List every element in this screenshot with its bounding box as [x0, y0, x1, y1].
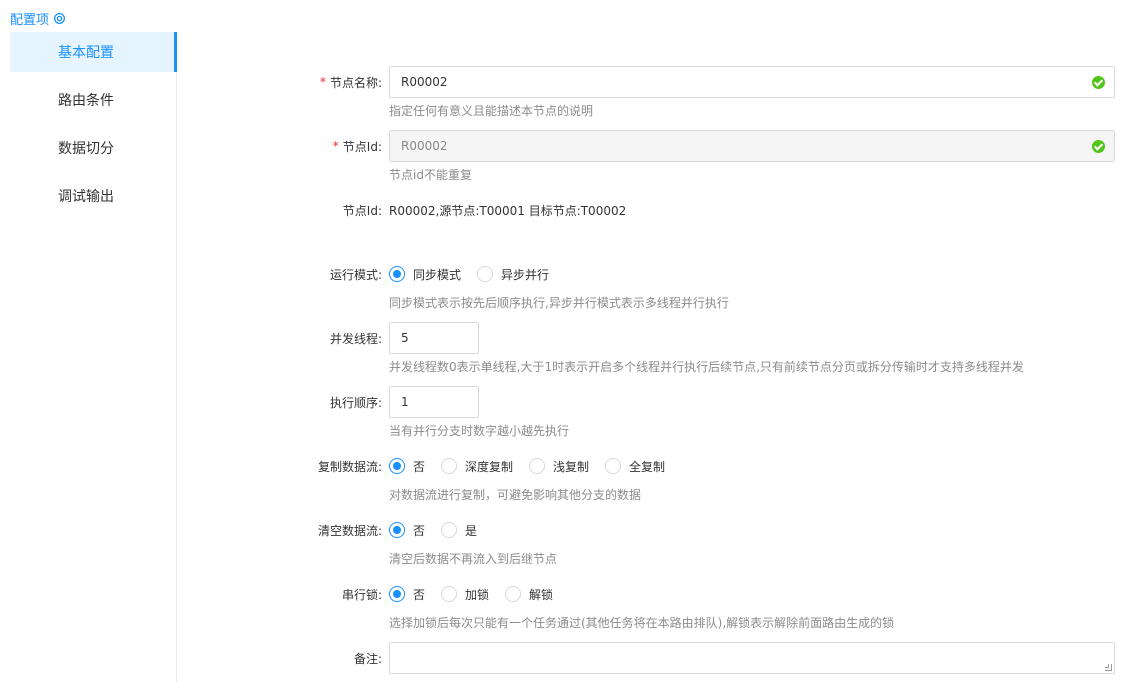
- radio-dot: [389, 266, 405, 282]
- copy-stream-shallow-radio[interactable]: 浅复制: [529, 458, 589, 475]
- node-id-label: * 节点Id:: [332, 139, 382, 154]
- serial-lock-radio-group: 否 加锁 解锁: [389, 578, 569, 610]
- radio-dot: [605, 458, 622, 474]
- sidebar-item-debug-output[interactable]: 调试输出: [10, 176, 176, 216]
- config-form: * 节点名称: R00002 指定任何有意义且能描述本节点的说明 * 节点Id: R…: [190, 0, 1120, 682]
- clear-stream-no-radio[interactable]: 否: [389, 522, 425, 539]
- node-info-label: 节点Id:: [342, 203, 382, 218]
- copy-stream-full-radio[interactable]: 全复制: [605, 458, 665, 475]
- radio-dot: [505, 586, 522, 602]
- sidebar-item-data-split[interactable]: 数据切分: [10, 128, 176, 168]
- copy-stream-radio-group: 否 深度复制 浅复制 全复制: [389, 450, 681, 482]
- copy-stream-deep-radio[interactable]: 深度复制: [441, 458, 513, 475]
- radio-dot: [441, 522, 458, 538]
- copy-stream-help: 对数据流进行复制，可避免影响其他分支的数据: [389, 488, 642, 502]
- config-header: 配置项: [10, 9, 66, 28]
- serial-lock-lock-radio[interactable]: 加锁: [441, 586, 489, 603]
- serial-lock-help: 选择加锁后每次只能有一个任务通过(其他任务将在本路由排队),解锁表示解除前面路由…: [389, 616, 895, 630]
- check-circle-icon: [1092, 140, 1105, 153]
- config-title: 配置项: [10, 12, 50, 28]
- run-mode-async-radio[interactable]: 异步并行: [477, 266, 549, 283]
- concurrency-input[interactable]: 5: [389, 322, 479, 354]
- run-mode-label: 运行模式:: [329, 267, 382, 282]
- exec-order-input[interactable]: 1: [389, 386, 479, 418]
- radio-dot: [389, 458, 405, 474]
- node-name-help: 指定任何有意义且能描述本节点的说明: [389, 104, 594, 118]
- radio-dot: [441, 586, 458, 602]
- radio-dot: [389, 586, 405, 602]
- serial-lock-no-radio[interactable]: 否: [389, 586, 425, 603]
- resize-handle-icon[interactable]: [1105, 664, 1112, 671]
- exec-order-label: 执行顺序:: [329, 395, 382, 410]
- radio-dot: [441, 458, 458, 474]
- concurrency-help: 并发线程数0表示单线程,大于1时表示开启多个线程并行执行后续节点,只有前续节点分…: [389, 360, 1024, 374]
- sidebar-item-route-condition[interactable]: 路由条件: [10, 80, 176, 120]
- clear-stream-label: 清空数据流:: [317, 523, 382, 538]
- required-mark: *: [332, 139, 339, 153]
- node-info-value: R00002,源节点:T00001 目标节点:T00002: [389, 203, 627, 218]
- node-id-input: R00002: [389, 130, 1115, 162]
- clear-stream-help: 清空后数据不再流入到后继节点: [389, 552, 558, 566]
- copy-stream-label: 复制数据流:: [317, 459, 382, 474]
- required-mark: *: [319, 75, 326, 89]
- clear-stream-yes-radio[interactable]: 是: [441, 522, 477, 539]
- sidebar-item-basic-config[interactable]: 基本配置: [10, 32, 177, 72]
- clear-stream-radio-group: 否 是: [389, 514, 493, 546]
- concurrency-label: 并发线程:: [329, 331, 382, 346]
- radio-dot: [389, 522, 405, 538]
- radio-dot: [529, 458, 546, 474]
- remark-label: 备注:: [353, 651, 382, 666]
- node-name-label: * 节点名称:: [319, 75, 382, 90]
- gear-icon[interactable]: [53, 12, 66, 25]
- serial-lock-label: 串行锁:: [341, 587, 382, 602]
- run-mode-help: 同步模式表示按先后顺序执行,异步并行模式表示多线程并行执行: [389, 296, 729, 310]
- remark-textarea[interactable]: [389, 642, 1115, 674]
- node-name-input[interactable]: R00002: [389, 66, 1115, 98]
- copy-stream-no-radio[interactable]: 否: [389, 458, 425, 475]
- node-id-help: 节点id不能重复: [389, 168, 472, 182]
- check-circle-icon: [1092, 76, 1105, 89]
- run-mode-sync-radio[interactable]: 同步模式: [389, 266, 461, 283]
- exec-order-help: 当有并行分支时数字越小越先执行: [389, 424, 570, 438]
- serial-lock-unlock-radio[interactable]: 解锁: [505, 586, 553, 603]
- radio-dot: [477, 266, 494, 282]
- sidebar: 基本配置 路由条件 数据切分 调试输出: [10, 32, 177, 682]
- run-mode-radio-group: 同步模式 异步并行: [389, 258, 565, 290]
